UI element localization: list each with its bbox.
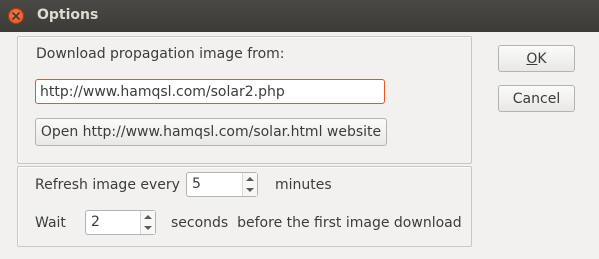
chevron-up-icon[interactable]	[246, 177, 254, 181]
wait-seconds-value: 2	[91, 214, 100, 230]
open-website-button[interactable]: Open http://www.hamqsl.com/solar.html we…	[35, 118, 387, 146]
refresh-interval-value: 5	[192, 176, 201, 192]
close-button[interactable]	[8, 8, 24, 24]
window-title: Options	[37, 7, 99, 23]
options-dialog: Options Download propagation image from:…	[0, 0, 599, 259]
source-heading: Download propagation image from:	[36, 46, 285, 62]
chevron-down-icon[interactable]	[246, 188, 254, 192]
ok-mnemonic: O	[526, 50, 538, 67]
close-icon	[12, 12, 20, 20]
chevron-up-icon[interactable]	[144, 215, 152, 219]
cancel-button[interactable]: Cancel	[498, 85, 575, 112]
ok-button[interactable]: OK	[498, 45, 575, 72]
refresh-unit-label: minutes	[275, 177, 332, 193]
wait-seconds-spinbox[interactable]: 2	[85, 210, 156, 235]
wait-unit-label: seconds before the first image download	[171, 215, 462, 231]
wait-spin-arrows	[140, 211, 155, 234]
url-input[interactable]	[35, 79, 385, 104]
chevron-down-icon[interactable]	[144, 226, 152, 230]
refresh-label: Refresh image every	[35, 177, 180, 193]
refresh-spin-arrows	[242, 173, 257, 196]
wait-label: Wait	[35, 215, 66, 231]
ok-label: K	[537, 50, 547, 67]
title-bar: Options	[0, 0, 599, 32]
refresh-interval-spinbox[interactable]: 5	[186, 172, 258, 197]
